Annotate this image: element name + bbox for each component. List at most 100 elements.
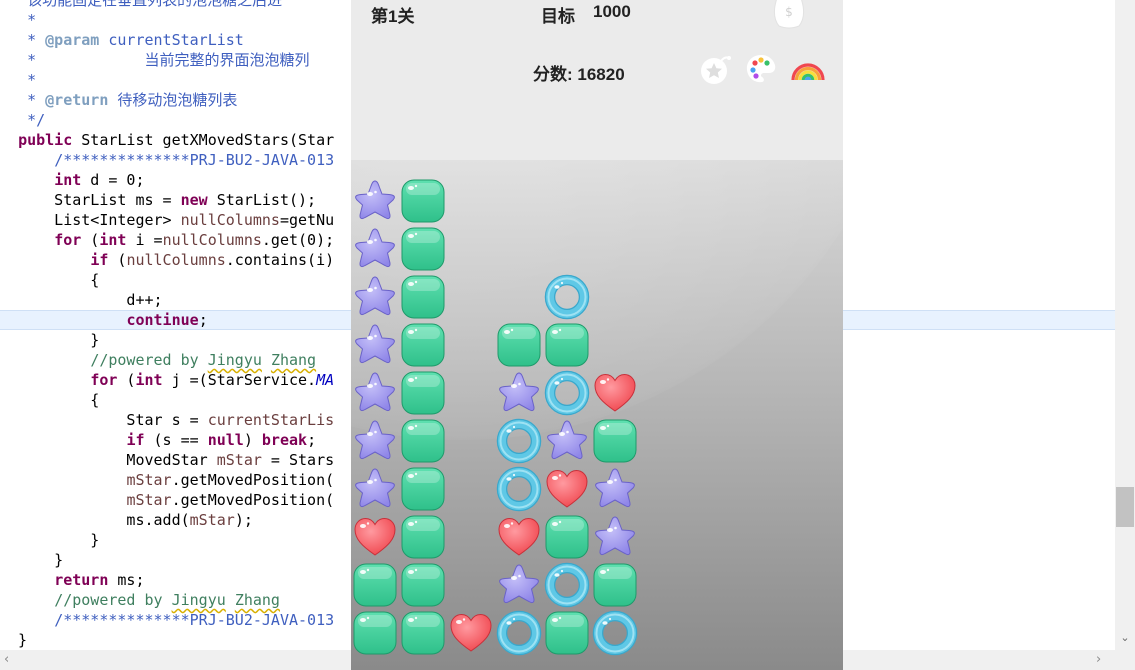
red-heart-piece[interactable] [544, 466, 590, 512]
code-token: } [0, 551, 64, 569]
code-token: currentStarList [99, 31, 244, 49]
game-board[interactable] [351, 160, 843, 670]
purple-star-piece[interactable] [352, 322, 398, 368]
purple-star-piece[interactable] [352, 370, 398, 416]
green-square-piece[interactable] [400, 322, 446, 368]
purple-star-piece[interactable] [544, 418, 590, 464]
code-token: } [0, 531, 100, 549]
green-square-piece[interactable] [496, 322, 542, 368]
blue-ring-piece[interactable] [496, 418, 542, 464]
svg-text:$: $ [785, 5, 793, 19]
red-heart-piece[interactable] [592, 370, 638, 416]
money-bag-icon[interactable]: $ [767, 0, 811, 30]
code-token: =getNu [279, 211, 335, 229]
green-square-piece[interactable] [400, 274, 446, 320]
green-square-piece[interactable] [352, 610, 398, 656]
red-heart-piece[interactable] [352, 514, 398, 560]
purple-star-piece[interactable] [496, 562, 542, 608]
code-token: int [99, 231, 127, 249]
green-square-piece[interactable] [400, 514, 446, 560]
code-token: nullColumns [162, 231, 262, 249]
code-token: int [135, 371, 163, 389]
green-square-piece[interactable] [544, 514, 590, 560]
code-token: break [261, 431, 308, 449]
green-square-piece[interactable] [400, 370, 446, 416]
red-heart-piece[interactable] [448, 610, 494, 656]
green-square-piece[interactable] [592, 562, 638, 608]
code-token: { [0, 391, 100, 409]
green-square-piece[interactable] [592, 418, 638, 464]
purple-star-piece[interactable] [352, 274, 398, 320]
code-token: ( [117, 371, 136, 389]
code-token: } [0, 631, 28, 649]
code-token: .get(0); [261, 231, 335, 249]
code-token: if [126, 431, 145, 449]
code-token: if [90, 251, 109, 269]
green-square-piece[interactable] [400, 562, 446, 608]
red-heart-piece[interactable] [496, 514, 542, 560]
code-token: * 当前完整的界面泡泡糖列 [0, 51, 310, 69]
code-token: } [0, 331, 100, 349]
code-token: StarList ms = [0, 191, 181, 209]
green-square-piece[interactable] [400, 178, 446, 224]
palette-icon[interactable] [744, 52, 778, 86]
vertical-scrollbar-thumb[interactable] [1116, 487, 1134, 527]
code-token: */ [0, 111, 46, 129]
green-square-piece[interactable] [544, 322, 590, 368]
blue-ring-piece[interactable] [592, 610, 638, 656]
blue-ring-piece[interactable] [496, 610, 542, 656]
vertical-scrollbar[interactable] [1115, 0, 1135, 650]
code-token: for [54, 231, 82, 249]
code-token: mStar [216, 451, 262, 469]
scroll-left-arrow-icon[interactable]: ‹ [4, 652, 20, 668]
scroll-right-arrow-icon[interactable]: › [1096, 652, 1112, 668]
target-label: 目标 [541, 7, 575, 26]
code-token: Zhang [270, 351, 317, 369]
code-token: d++; [0, 291, 163, 309]
code-token: .contains(i) [225, 251, 335, 269]
blue-ring-piece[interactable] [544, 562, 590, 608]
code-token: StarList getXMovedStars(Star [72, 131, 335, 149]
code-token: StarList(); [207, 191, 317, 209]
code-token: //powered by [54, 591, 172, 609]
code-token: * [0, 31, 46, 49]
code-token: * [0, 91, 46, 109]
blue-ring-piece[interactable] [544, 274, 590, 320]
level-label: 第1关 [371, 7, 415, 26]
green-square-piece[interactable] [400, 466, 446, 512]
green-square-piece[interactable] [352, 562, 398, 608]
code-token: //powered by [90, 351, 208, 369]
code-token: new [180, 191, 208, 209]
code-token: mStar [126, 491, 172, 509]
score-label: 分数: 16820 [533, 65, 625, 84]
purple-star-piece[interactable] [496, 370, 542, 416]
blue-ring-piece[interactable] [496, 466, 542, 512]
purple-star-piece[interactable] [352, 226, 398, 272]
purple-star-piece[interactable] [592, 466, 638, 512]
purple-star-piece[interactable] [352, 178, 398, 224]
rainbow-icon[interactable] [791, 52, 825, 86]
code-token: ( [108, 251, 127, 269]
green-square-piece[interactable] [400, 226, 446, 272]
bomb-star-icon[interactable] [699, 52, 733, 86]
code-token: mStar [126, 471, 172, 489]
code-token: ( [81, 231, 100, 249]
code-token: Zhang [234, 591, 280, 609]
green-square-piece[interactable] [400, 610, 446, 656]
purple-star-piece[interactable] [352, 466, 398, 512]
purple-star-piece[interactable] [592, 514, 638, 560]
blue-ring-piece[interactable] [544, 370, 590, 416]
purple-star-piece[interactable] [352, 418, 398, 464]
green-square-piece[interactable] [400, 418, 446, 464]
scroll-down-arrow-icon[interactable]: ⌄ [1117, 630, 1133, 646]
code-token: 该功能固定在垂直列表的泡泡糖之后进 [0, 0, 283, 9]
code-token: 待移动泡泡糖列表 [108, 91, 238, 109]
green-square-piece[interactable] [544, 610, 590, 656]
